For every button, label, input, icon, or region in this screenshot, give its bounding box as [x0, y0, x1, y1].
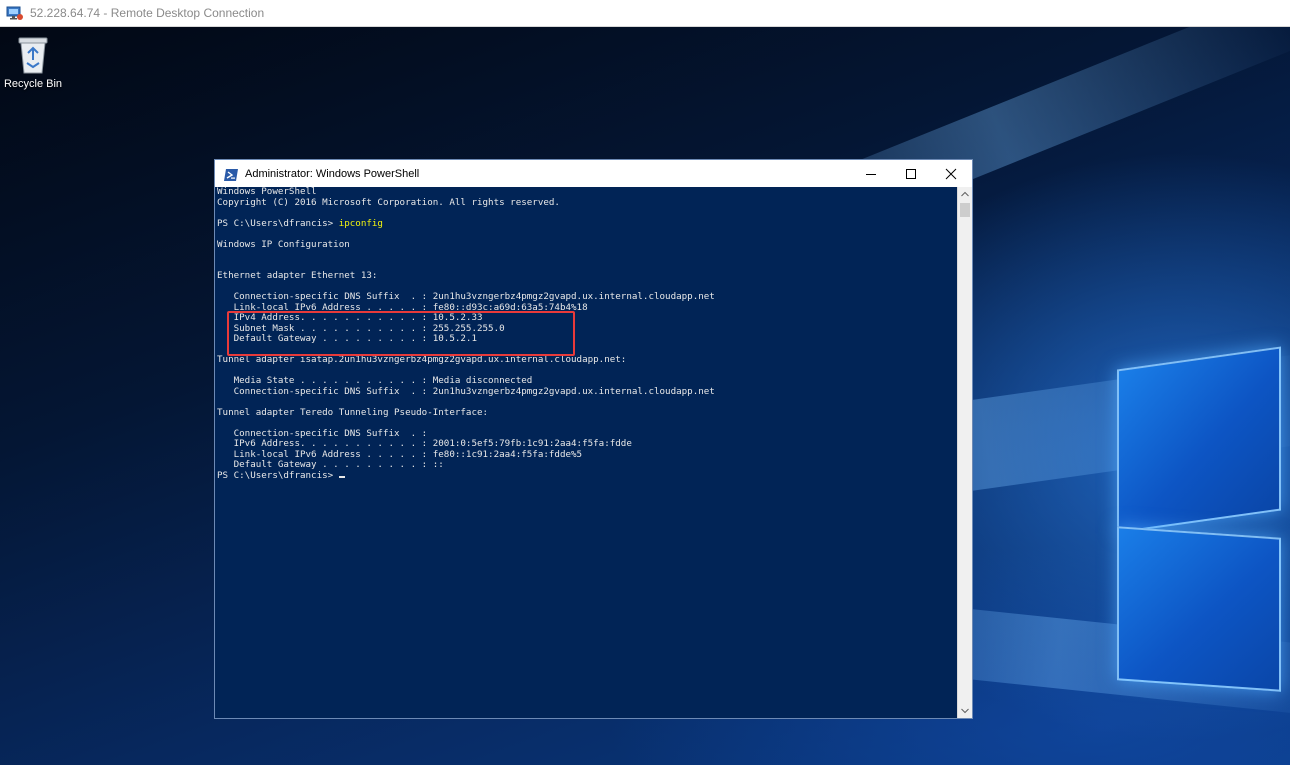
console-command: ipconfig [338, 217, 383, 229]
console-line: Connection-specific DNS Suffix . : 2un1h… [217, 291, 715, 302]
text-cursor [338, 475, 345, 478]
recycle-bin-label: Recycle Bin [3, 78, 63, 90]
close-icon [945, 168, 957, 180]
console-line: Media State . . . . . . . . . . . : Medi… [217, 375, 533, 386]
minimize-button[interactable] [851, 160, 891, 187]
minimize-icon [865, 168, 877, 180]
console-line: Connection-specific DNS Suffix . : 2un1h… [217, 385, 715, 397]
console-line: Windows IP Configuration [217, 238, 350, 250]
recycle-bin-icon [16, 35, 50, 75]
powershell-icon [223, 167, 239, 181]
rdp-icon [6, 5, 24, 21]
close-button[interactable] [931, 160, 971, 187]
scroll-up-icon[interactable] [958, 187, 972, 201]
console-line: Ethernet adapter Ethernet 13: [217, 270, 378, 281]
maximize-icon [905, 168, 917, 180]
windows-logo-pane-top [1117, 346, 1281, 534]
console-line: Tunnel adapter Teredo Tunneling Pseudo-I… [217, 406, 489, 418]
scroll-down-icon[interactable] [958, 704, 972, 718]
highlight-annotation-box [227, 311, 575, 356]
recycle-bin[interactable]: Recycle Bin [2, 35, 64, 90]
console-line: Copyright (C) 2016 Microsoft Corporation… [217, 196, 560, 208]
window-title-bar[interactable]: Administrator: Windows PowerShell [215, 160, 972, 187]
vertical-scrollbar[interactable] [957, 187, 972, 718]
console-line: Windows PowerShell [217, 187, 317, 197]
scrollbar-thumb[interactable] [960, 203, 970, 217]
console-prompt: PS C:\Users\dfrancis> [217, 469, 339, 481]
rdp-title: 52.228.64.74 - Remote Desktop Connection [30, 6, 265, 20]
window-title: Administrator: Windows PowerShell [245, 167, 420, 180]
powershell-window[interactable]: Administrator: Windows PowerShell Window… [214, 159, 973, 719]
maximize-button[interactable] [891, 160, 931, 187]
console-line: Default Gateway . . . . . . . . . : :: [217, 459, 444, 470]
rdp-title-bar: 52.228.64.74 - Remote Desktop Connection [0, 0, 1290, 27]
console-line: Connection-specific DNS Suffix . : [217, 427, 428, 439]
console-line: Link-local IPv6 Address . . . . . : fe80… [217, 448, 583, 460]
console-output[interactable]: Windows PowerShell Copyright (C) 2016 Mi… [217, 187, 957, 717]
console-prompt: PS C:\Users\dfrancis> [217, 217, 339, 229]
windows-logo-pane-bottom [1117, 526, 1281, 692]
console-line: IPv6 Address. . . . . . . . . . . : 2001… [217, 438, 632, 449]
